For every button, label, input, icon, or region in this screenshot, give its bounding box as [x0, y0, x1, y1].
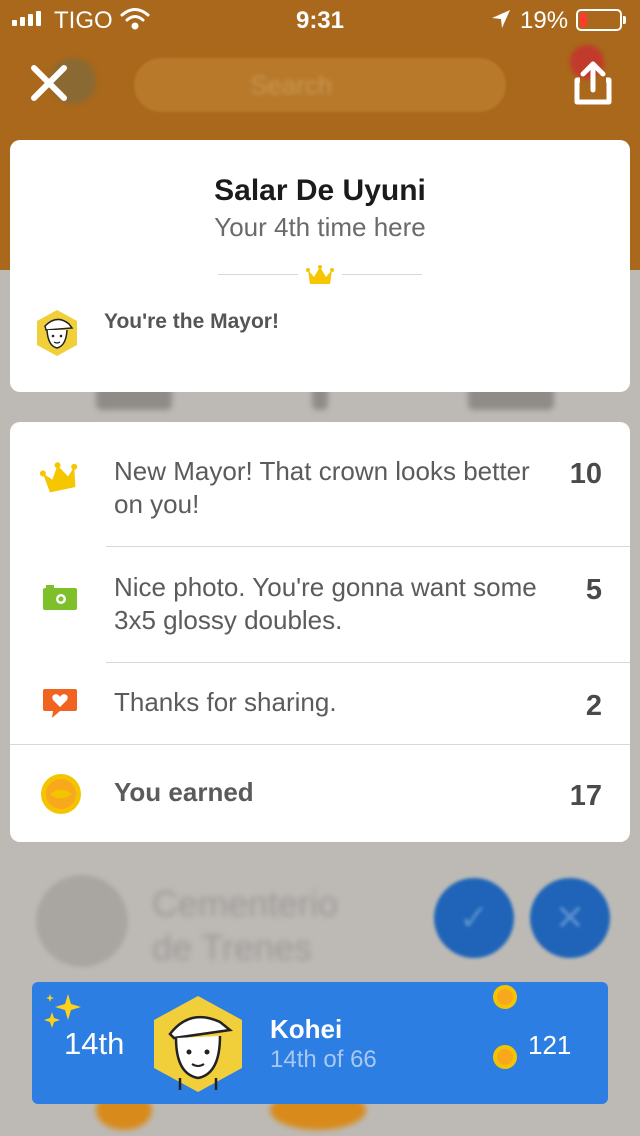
divider	[342, 274, 422, 275]
background-place-name: Cementerio de Trenes	[152, 883, 339, 968]
coin-count: 121	[528, 1030, 572, 1060]
points-reason: Thanks for sharing.	[114, 687, 337, 717]
list-item: New Mayor! That crown looks better on yo…	[10, 422, 630, 546]
points-reason: Nice photo. You're gonna want some 3x5 g…	[114, 572, 537, 635]
visit-count: Your 4th time here	[214, 212, 426, 242]
divider	[218, 274, 298, 275]
total-label: You earned	[114, 777, 254, 807]
background-place-icon	[36, 875, 128, 967]
points-card: New Mayor! That crown looks better on yo…	[10, 422, 630, 842]
battery-icon	[576, 9, 622, 31]
background-search-placeholder: Search	[250, 70, 333, 100]
leader-rank-detail: 14th of 66	[270, 1046, 377, 1073]
mayor-status: You're the Mayor!	[104, 310, 279, 333]
leader-name: Kohei	[270, 1014, 343, 1044]
points-value: 5	[585, 574, 602, 606]
coin-icon	[493, 1045, 517, 1069]
points-value: 2	[585, 690, 602, 722]
share-icon[interactable]	[568, 58, 618, 108]
crown-icon	[306, 265, 334, 284]
venue-name: Salar De Uyuni	[214, 174, 426, 207]
points-value: 10	[569, 458, 602, 490]
mayor-avatar	[37, 310, 77, 356]
coin-icon	[493, 985, 517, 1009]
list-item: Thanks for sharing. 2	[10, 662, 630, 744]
status-bar: TIGO 9:31 19%	[0, 0, 640, 40]
background-check-button: ✓	[434, 878, 514, 958]
avatar	[154, 996, 242, 1092]
leaderboard-bar[interactable]: 14th Kohei 14th of 66 121	[32, 982, 608, 1104]
battery-percent: 19%	[520, 7, 569, 34]
close-icon[interactable]	[26, 60, 72, 106]
total-row: You earned 17	[10, 744, 630, 842]
camera-icon	[43, 585, 77, 610]
rank-label: 14th	[64, 1026, 125, 1061]
background-dismiss-button: ✕	[530, 878, 610, 958]
points-reason: New Mayor! That crown looks better on yo…	[114, 456, 530, 519]
list-item: Nice photo. You're gonna want some 3x5 g…	[10, 546, 630, 662]
coin-icon	[41, 774, 81, 814]
location-arrow-icon	[492, 10, 510, 28]
total-value: 17	[569, 780, 602, 812]
venue-card: Salar De Uyuni Your 4th time here You're…	[10, 140, 630, 392]
crown-icon	[40, 462, 78, 493]
heart-chat-icon	[43, 689, 77, 718]
